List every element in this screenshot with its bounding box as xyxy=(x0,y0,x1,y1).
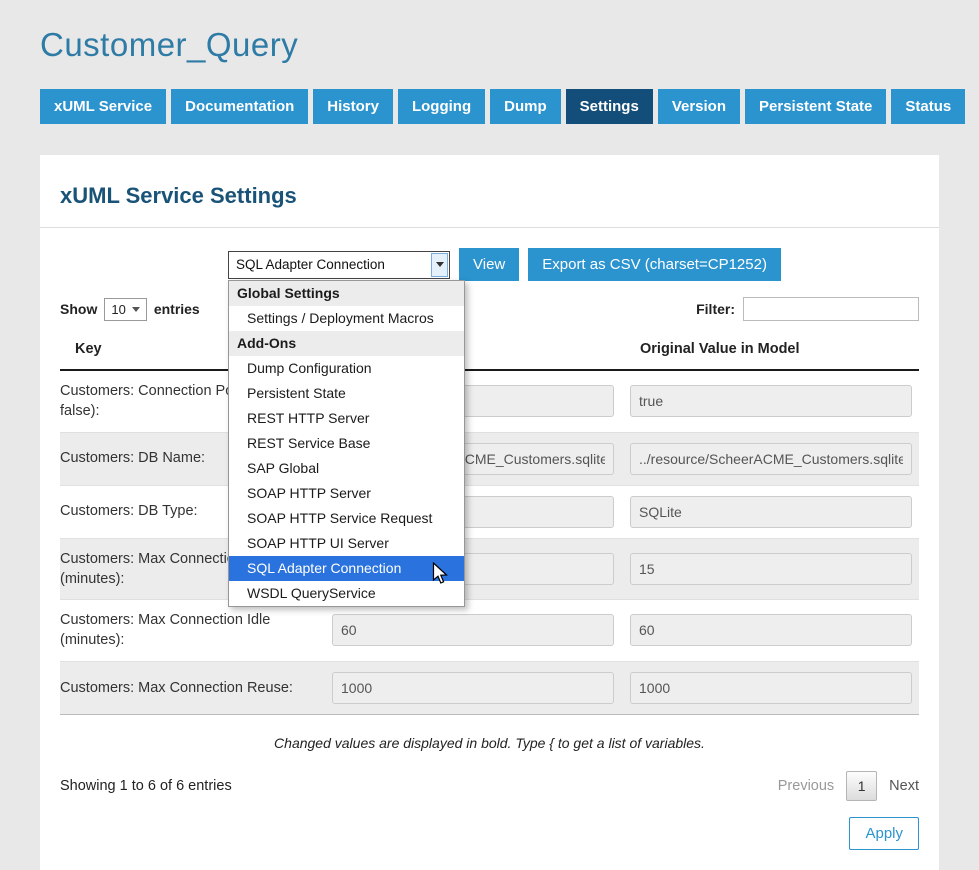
settings-panel: xUML Service Settings SQL Adapter Connec… xyxy=(40,155,939,870)
dropdown-item-sql-adapter-connection[interactable]: SQL Adapter Connection xyxy=(229,556,464,581)
settings-category-select[interactable]: SQL Adapter Connection xyxy=(228,251,450,279)
setting-key: Customers: Max Connection Idle (minutes)… xyxy=(60,600,328,662)
setting-original-input xyxy=(630,385,912,417)
tab-documentation[interactable]: Documentation xyxy=(171,89,308,124)
apply-row: Apply xyxy=(60,817,919,850)
dropdown-item-settings-deployment-macros[interactable]: Settings / Deployment Macros xyxy=(229,306,464,331)
dropdown-item-rest-http-server[interactable]: REST HTTP Server xyxy=(229,406,464,431)
settings-category-dropdown: Global Settings Settings / Deployment Ma… xyxy=(228,280,465,607)
table-footer: Showing 1 to 6 of 6 entries Previous 1 N… xyxy=(60,771,919,801)
table-row: Customers: Max Connection Reuse: xyxy=(60,661,919,714)
dropdown-item-sap-global[interactable]: SAP Global xyxy=(229,456,464,481)
view-button[interactable]: View xyxy=(459,248,519,281)
entries-label: entries xyxy=(154,301,200,317)
list-controls: Show 10 entries Filter: xyxy=(60,297,919,321)
page-size-value: 10 xyxy=(111,302,125,317)
page-length-control: Show 10 entries xyxy=(60,298,200,321)
tab-bar: xUML Service Documentation History Loggi… xyxy=(40,89,939,124)
page-size-select[interactable]: 10 xyxy=(104,298,146,321)
export-csv-button[interactable]: Export as CSV (charset=CP1252) xyxy=(528,248,781,281)
table-row: Customers: DB Type: xyxy=(60,485,919,538)
chevron-down-icon[interactable] xyxy=(431,253,448,277)
table-row: Customers: Connection Pooling (true/​fal… xyxy=(60,370,919,432)
tab-persistent-state[interactable]: Persistent State xyxy=(745,89,886,124)
dropdown-item-soap-http-service-request[interactable]: SOAP HTTP Service Request xyxy=(229,506,464,531)
tab-version[interactable]: Version xyxy=(658,89,740,124)
dropdown-item-rest-service-base[interactable]: REST Service Base xyxy=(229,431,464,456)
pagination: Previous 1 Next xyxy=(778,771,919,801)
table-header-row: Key Value Original Value in Model xyxy=(60,331,919,370)
tab-status[interactable]: Status xyxy=(891,89,965,124)
page-number-button[interactable]: 1 xyxy=(846,771,877,801)
show-label: Show xyxy=(60,301,97,317)
settings-table: Key Value Original Value in Model Custom… xyxy=(60,331,919,715)
dropdown-item-persistent-state[interactable]: Persistent State xyxy=(229,381,464,406)
previous-page-button[interactable]: Previous xyxy=(778,778,834,794)
mouse-cursor xyxy=(432,562,450,591)
setting-original-input xyxy=(630,553,912,585)
tab-logging[interactable]: Logging xyxy=(398,89,485,124)
setting-value-input[interactable] xyxy=(332,672,614,704)
panel-heading: xUML Service Settings xyxy=(60,177,919,227)
page: Customer_Query xUML Service Documentatio… xyxy=(0,0,979,870)
table-row: Customers: Max Connection Age (minutes): xyxy=(60,538,919,600)
column-header-original-value: Original Value in Model xyxy=(630,331,919,370)
settings-category-value: SQL Adapter Connection xyxy=(236,257,385,272)
setting-original-input xyxy=(630,672,912,704)
dropdown-group-add-ons: Add-Ons xyxy=(229,331,464,356)
changed-values-note: Changed values are displayed in bold. Ty… xyxy=(60,735,919,751)
filter-control: Filter: xyxy=(696,297,919,321)
dropdown-item-soap-http-server[interactable]: SOAP HTTP Server xyxy=(229,481,464,506)
setting-key: Customers: Max Connection Reuse: xyxy=(60,661,328,714)
setting-original-input xyxy=(630,443,912,475)
tab-settings[interactable]: Settings xyxy=(566,89,653,124)
tab-dump[interactable]: Dump xyxy=(490,89,561,124)
apply-button[interactable]: Apply xyxy=(849,817,919,850)
setting-original-input xyxy=(630,496,912,528)
table-row: Customers: Max Connection Idle (minutes)… xyxy=(60,600,919,662)
setting-value-input[interactable] xyxy=(332,614,614,646)
table-row: Customers: DB Name: xyxy=(60,432,919,485)
filter-label: Filter: xyxy=(696,301,735,317)
setting-original-input xyxy=(630,614,912,646)
divider xyxy=(40,227,939,228)
dropdown-item-wsdl-queryservice[interactable]: WSDL QueryService xyxy=(229,581,464,606)
dropdown-group-global-settings: Global Settings xyxy=(229,281,464,306)
next-page-button[interactable]: Next xyxy=(889,778,919,794)
settings-controls: SQL Adapter Connection Global Settings S… xyxy=(228,248,919,281)
tab-xuml-service[interactable]: xUML Service xyxy=(40,89,166,124)
dropdown-item-dump-configuration[interactable]: Dump Configuration xyxy=(229,356,464,381)
chevron-down-icon xyxy=(132,307,140,312)
filter-input[interactable] xyxy=(743,297,919,321)
dropdown-item-soap-http-ui-server[interactable]: SOAP HTTP UI Server xyxy=(229,531,464,556)
tab-history[interactable]: History xyxy=(313,89,393,124)
settings-category-combo-wrap: SQL Adapter Connection Global Settings S… xyxy=(228,251,450,279)
entries-info: Showing 1 to 6 of 6 entries xyxy=(60,778,232,794)
page-title: Customer_Query xyxy=(40,26,939,64)
